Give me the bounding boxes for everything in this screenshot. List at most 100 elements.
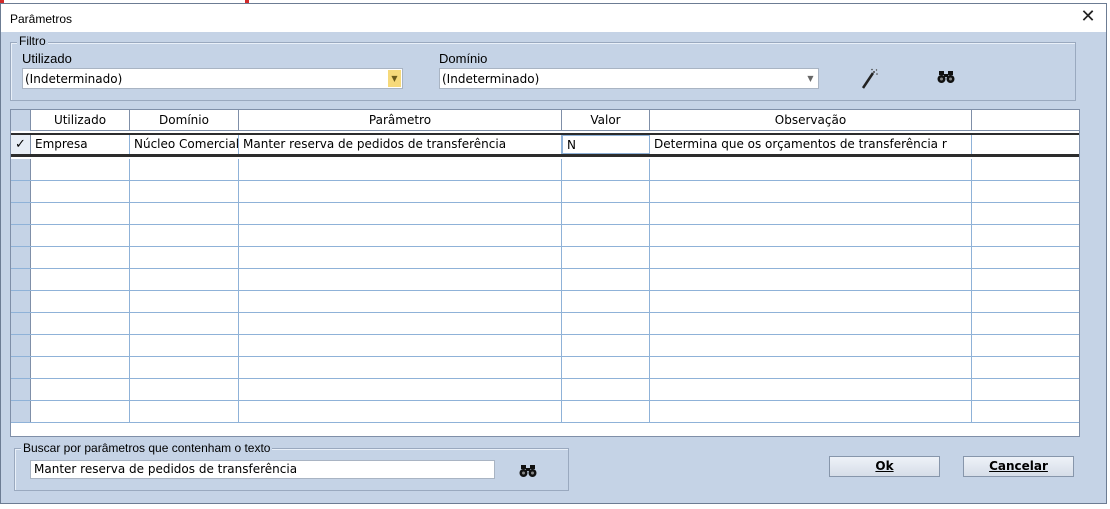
grid-cell[interactable] xyxy=(130,181,239,202)
grid-cell[interactable] xyxy=(31,269,130,290)
utilizado-select[interactable]: (Indeterminado) ▼ xyxy=(22,68,403,89)
grid-cell[interactable] xyxy=(239,269,562,290)
binoculars-icon[interactable] xyxy=(519,464,539,484)
grid-cell[interactable] xyxy=(130,401,239,422)
grid-cell[interactable] xyxy=(972,225,1079,246)
grid-cell[interactable] xyxy=(562,291,650,312)
grid-cell[interactable] xyxy=(972,357,1079,378)
grid-cell[interactable] xyxy=(650,225,972,246)
cell-observacao[interactable]: Determina que os orçamentos de transferê… xyxy=(650,135,972,154)
cell-valor[interactable]: N xyxy=(562,135,650,154)
grid-cell[interactable] xyxy=(130,313,239,334)
header-utilizado[interactable]: Utilizado xyxy=(31,110,130,131)
magic-wand-icon[interactable] xyxy=(859,68,879,89)
grid-cell[interactable] xyxy=(650,401,972,422)
grid-cell[interactable] xyxy=(562,379,650,400)
grid-cell[interactable] xyxy=(239,379,562,400)
grid-cell[interactable] xyxy=(972,159,1079,180)
grid-cell[interactable] xyxy=(130,225,239,246)
header-observacao[interactable]: Observação xyxy=(650,110,972,131)
table-row[interactable] xyxy=(11,247,1079,269)
grid-cell[interactable] xyxy=(562,357,650,378)
header-parametro[interactable]: Parâmetro xyxy=(239,110,562,131)
grid-cell[interactable] xyxy=(239,181,562,202)
grid-cell[interactable] xyxy=(562,269,650,290)
grid-cell[interactable] xyxy=(31,335,130,356)
grid-cell[interactable] xyxy=(650,335,972,356)
grid-cell[interactable] xyxy=(650,357,972,378)
grid-cell[interactable] xyxy=(650,159,972,180)
binoculars-icon[interactable] xyxy=(937,70,957,90)
search-input[interactable]: Manter reserva de pedidos de transferênc… xyxy=(30,460,495,479)
table-row[interactable] xyxy=(11,313,1079,335)
grid-cell[interactable] xyxy=(972,181,1079,202)
grid-cell[interactable] xyxy=(130,203,239,224)
grid-cell[interactable] xyxy=(130,159,239,180)
table-row[interactable] xyxy=(11,379,1079,401)
grid-cell[interactable] xyxy=(972,291,1079,312)
close-icon[interactable]: ✕ xyxy=(1078,7,1098,27)
table-row[interactable] xyxy=(11,357,1079,379)
grid-cell[interactable] xyxy=(562,203,650,224)
cell-parametro[interactable]: Manter reserva de pedidos de transferênc… xyxy=(239,135,562,154)
table-row[interactable]: ✓ Empresa Núcleo Comercial Manter reserv… xyxy=(11,133,1079,157)
grid-cell[interactable] xyxy=(130,379,239,400)
grid-cell[interactable] xyxy=(972,269,1079,290)
cell-dominio[interactable]: Núcleo Comercial xyxy=(130,135,239,154)
grid-cell[interactable] xyxy=(650,181,972,202)
grid-cell[interactable] xyxy=(31,357,130,378)
header-valor[interactable]: Valor xyxy=(562,110,650,131)
grid-cell[interactable] xyxy=(239,291,562,312)
grid-cell[interactable] xyxy=(562,247,650,268)
grid-cell[interactable] xyxy=(239,401,562,422)
grid-cell[interactable] xyxy=(562,159,650,180)
grid-cell[interactable] xyxy=(130,291,239,312)
grid-cell[interactable] xyxy=(562,225,650,246)
grid-cell[interactable] xyxy=(972,379,1079,400)
grid-cell[interactable] xyxy=(650,247,972,268)
grid-cell[interactable] xyxy=(31,225,130,246)
grid-cell[interactable] xyxy=(130,247,239,268)
header-dominio[interactable]: Domínio xyxy=(130,110,239,131)
grid-cell[interactable] xyxy=(239,335,562,356)
grid-cell[interactable] xyxy=(972,247,1079,268)
grid-cell[interactable] xyxy=(972,335,1079,356)
grid-cell[interactable] xyxy=(650,203,972,224)
parameters-grid[interactable]: Utilizado Domínio Parâmetro Valor Observ… xyxy=(10,109,1080,437)
grid-cell[interactable] xyxy=(239,225,562,246)
grid-cell[interactable] xyxy=(130,335,239,356)
cancel-button[interactable]: Cancelar xyxy=(963,456,1074,477)
cell-extra[interactable] xyxy=(972,135,1079,154)
grid-cell[interactable] xyxy=(130,357,239,378)
grid-cell[interactable] xyxy=(650,269,972,290)
grid-cell[interactable] xyxy=(650,379,972,400)
grid-cell[interactable] xyxy=(130,269,239,290)
table-row[interactable] xyxy=(11,159,1079,181)
table-row[interactable] xyxy=(11,401,1079,423)
table-row[interactable] xyxy=(11,335,1079,357)
table-row[interactable] xyxy=(11,181,1079,203)
grid-cell[interactable] xyxy=(562,181,650,202)
grid-cell[interactable] xyxy=(239,159,562,180)
grid-cell[interactable] xyxy=(31,313,130,334)
grid-cell[interactable] xyxy=(31,159,130,180)
dominio-select[interactable]: (Indeterminado) ▼ xyxy=(439,68,819,89)
grid-cell[interactable] xyxy=(239,357,562,378)
grid-cell[interactable] xyxy=(650,291,972,312)
grid-cell[interactable] xyxy=(650,313,972,334)
grid-cell[interactable] xyxy=(972,203,1079,224)
cell-utilizado[interactable]: Empresa xyxy=(31,135,130,154)
ok-button[interactable]: Ok xyxy=(829,456,940,477)
grid-cell[interactable] xyxy=(239,247,562,268)
table-row[interactable] xyxy=(11,291,1079,313)
table-row[interactable] xyxy=(11,225,1079,247)
grid-cell[interactable] xyxy=(972,313,1079,334)
grid-cell[interactable] xyxy=(31,379,130,400)
table-row[interactable] xyxy=(11,269,1079,291)
table-row[interactable] xyxy=(11,203,1079,225)
chevron-down-icon[interactable]: ▼ xyxy=(388,70,401,87)
grid-cell[interactable] xyxy=(562,401,650,422)
chevron-down-icon[interactable]: ▼ xyxy=(804,70,817,87)
grid-cell[interactable] xyxy=(562,313,650,334)
header-extra[interactable] xyxy=(972,110,1079,131)
